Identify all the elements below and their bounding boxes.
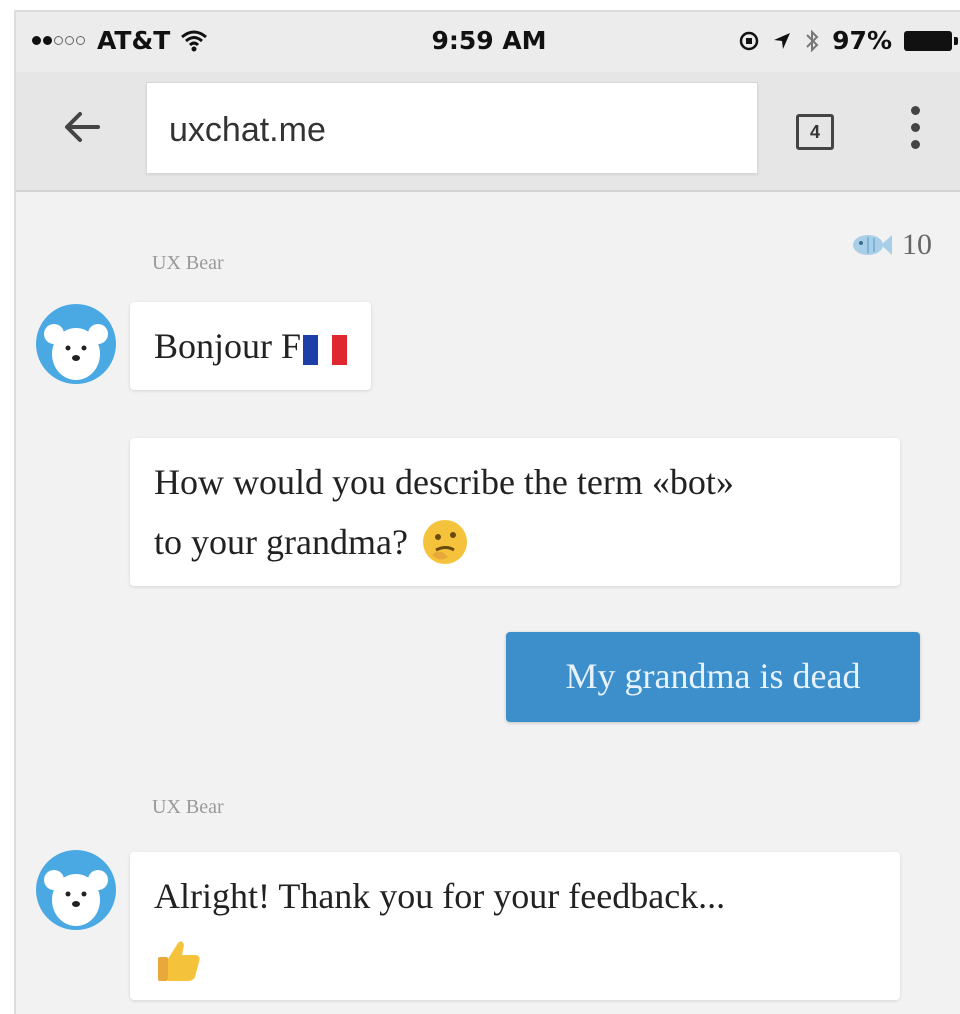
url-text: uxchat.me	[169, 111, 326, 149]
message-text: How would you describe the term «bot»	[154, 462, 734, 502]
tab-switcher-button[interactable]: 4	[796, 114, 834, 150]
message-text: Alright! Thank you for your feedback...	[154, 876, 726, 916]
status-bar: AT&T 9:59 AM 97%	[16, 12, 960, 72]
browser-toolbar: uxchat.me 4	[16, 72, 960, 192]
bot-message: Bonjour F	[130, 302, 372, 390]
bot-message: Alright! Thank you for your feedback...	[130, 852, 900, 1000]
address-bar[interactable]: uxchat.me	[146, 82, 758, 174]
france-flag-icon	[303, 334, 348, 365]
phone-screen: AT&T 9:59 AM 97% uxchat.me 4 10 UX Bear …	[14, 10, 960, 1014]
bear-avatar	[36, 850, 116, 930]
sender-name: UX Bear	[152, 796, 224, 818]
orientation-lock-icon	[739, 31, 759, 50]
thinking-face-icon	[422, 520, 467, 564]
overflow-menu-icon[interactable]	[908, 106, 922, 160]
user-message: My grandma is dead	[506, 632, 920, 722]
bot-message: How would you describe the term «bot» to…	[130, 438, 900, 586]
message-text: My grandma is dead	[565, 656, 861, 696]
bluetooth-icon	[806, 29, 819, 52]
bear-avatar	[36, 304, 116, 384]
message-text: Bonjour F	[154, 326, 302, 366]
polar-bear-icon	[44, 870, 108, 926]
back-arrow-icon[interactable]	[58, 102, 108, 152]
fish-icon	[853, 235, 892, 255]
status-right: 97%	[726, 26, 958, 55]
sender-name: UX Bear	[152, 252, 224, 274]
battery-percent: 97%	[832, 26, 892, 55]
polar-bear-icon	[44, 324, 108, 380]
chat-area: 10 UX Bear Bonjour F How would you descr…	[16, 194, 960, 1014]
coin-counter: 10	[850, 228, 932, 262]
thumbs-up-icon	[158, 941, 200, 981]
location-arrow-icon	[774, 32, 791, 49]
message-text-line2: to your grandma?	[154, 512, 876, 572]
battery-icon	[904, 30, 958, 51]
coin-count: 10	[902, 228, 932, 261]
